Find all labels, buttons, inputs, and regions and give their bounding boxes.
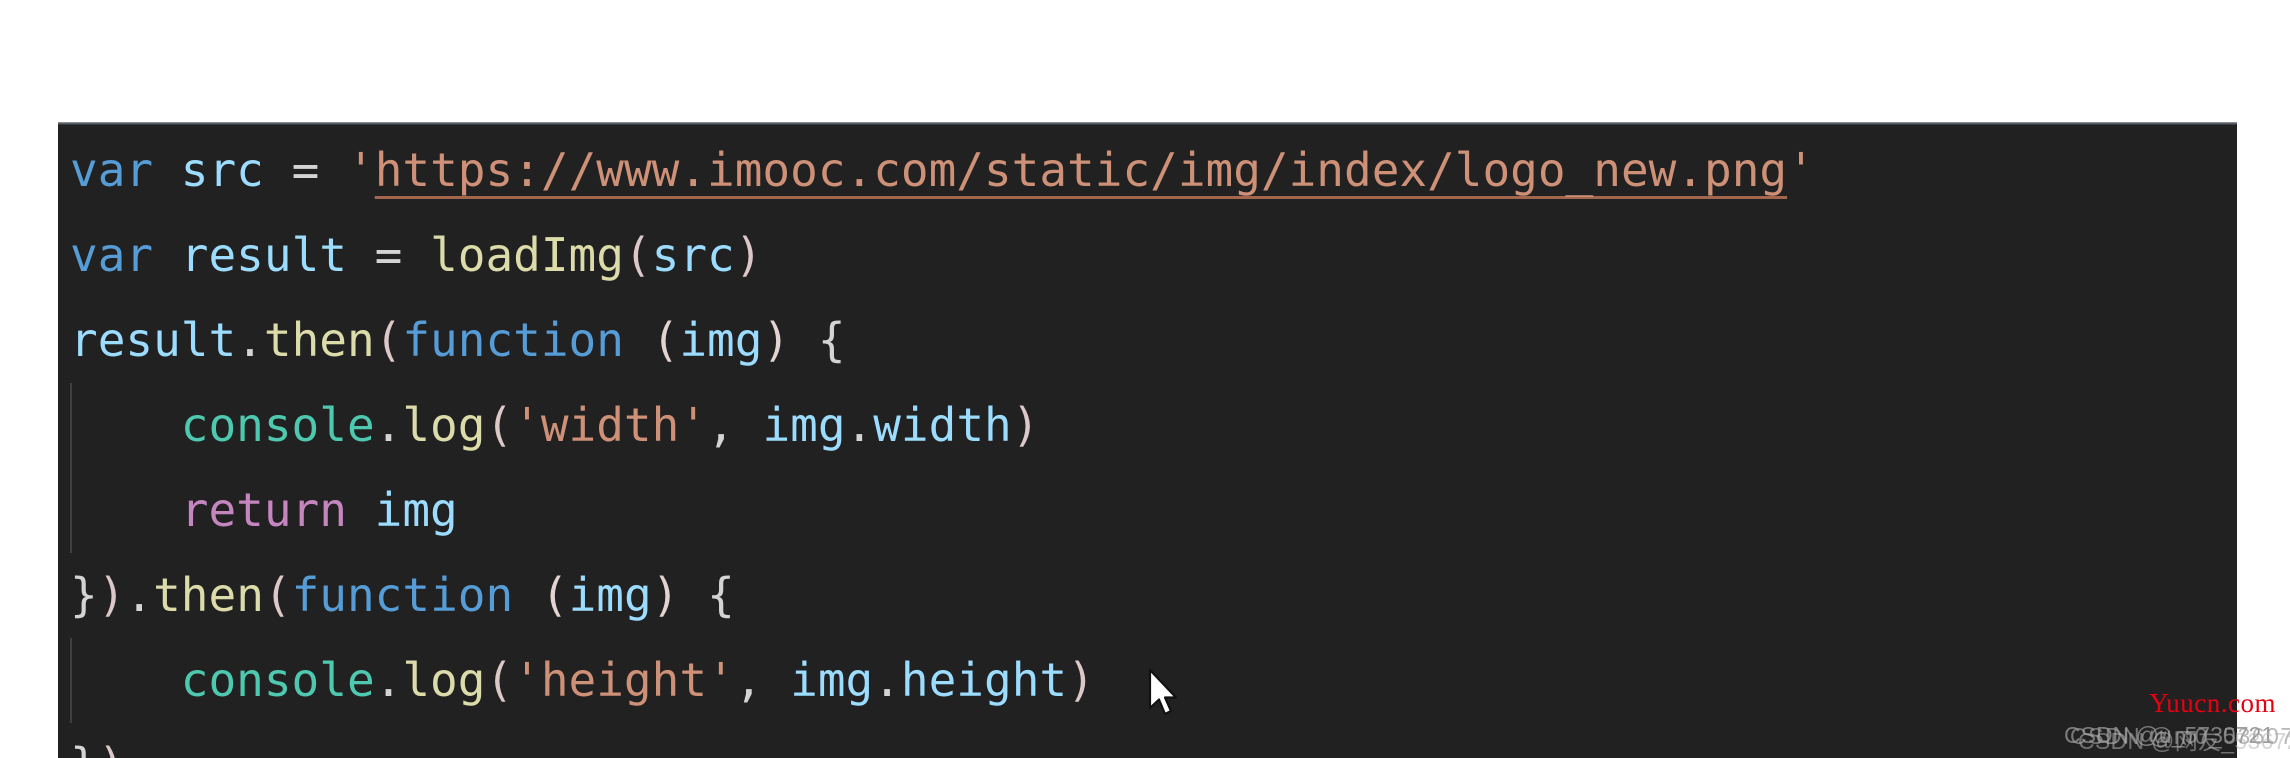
code-token: log: [402, 653, 486, 707]
code-token: function: [402, 313, 624, 367]
code-token: .: [845, 398, 874, 452]
code-token: ): [762, 313, 791, 367]
code-token: .: [125, 568, 154, 622]
code-token: then: [263, 313, 375, 367]
code-token: (: [263, 568, 292, 622]
code-token: result: [180, 228, 347, 282]
code-token: img: [790, 653, 874, 707]
code-line[interactable]: }): [58, 723, 2237, 758]
code-token: }: [70, 568, 98, 622]
code-token: function: [291, 568, 514, 622]
code-lines-container: var src = 'https://www.imooc.com/static/…: [58, 128, 2237, 758]
code-token: ): [651, 568, 680, 622]
code-token: result: [70, 313, 237, 367]
code-token: (: [540, 568, 569, 622]
code-line[interactable]: var src = 'https://www.imooc.com/static/…: [58, 128, 2237, 213]
code-token: ): [734, 228, 763, 282]
code-line[interactable]: return img: [58, 468, 2237, 553]
code-token: .: [236, 313, 264, 367]
watermark-csdn-layer-3: CSDN @网友_5367213: [2078, 728, 2290, 754]
watermark-csdn: CSDN @u_5730721 CSDN @m0_53607213 CSDN @…: [2064, 722, 2290, 754]
watermark-yuucn: Yuucn.com: [2149, 688, 2276, 718]
code-token: https://www.imooc.com/static/img/index/l…: [374, 143, 1788, 197]
code-token: img: [568, 568, 652, 622]
code-token: console: [180, 653, 375, 707]
code-token: img: [374, 483, 458, 537]
code-token: img: [679, 313, 763, 367]
code-token: {: [707, 568, 735, 622]
code-editor-panel[interactable]: var src = 'https://www.imooc.com/static/…: [58, 122, 2237, 758]
code-token: =: [291, 143, 320, 197]
code-token: =: [374, 228, 403, 282]
code-token: return: [180, 483, 347, 537]
code-token: (: [374, 313, 403, 367]
code-token: (: [485, 653, 514, 707]
code-token: loadImg: [430, 228, 624, 282]
code-token: ,: [734, 653, 763, 707]
code-token: img: [762, 398, 846, 452]
code-line[interactable]: console.log('height', img.height): [58, 638, 2237, 723]
code-token: ,: [707, 398, 735, 452]
code-line[interactable]: result.then(function (img) {: [58, 298, 2237, 383]
code-token: ': [1787, 143, 1815, 197]
code-token: src: [180, 143, 264, 197]
code-token: ): [97, 568, 126, 622]
code-token: 'height': [513, 653, 735, 707]
code-token: ): [98, 738, 126, 758]
code-line[interactable]: console.log('width', img.width): [58, 383, 2237, 468]
code-token: {: [817, 313, 846, 367]
code-token: log: [402, 398, 486, 452]
code-token: var: [70, 143, 154, 197]
code-token: (: [623, 228, 652, 282]
code-token: 'width': [513, 398, 708, 452]
code-token: ): [1011, 398, 1040, 452]
code-token: (: [485, 398, 514, 452]
code-token: src: [651, 228, 735, 282]
code-token: ': [347, 143, 375, 197]
code-token: .: [374, 653, 403, 707]
code-token: then: [153, 568, 264, 622]
code-token: }: [70, 738, 98, 758]
code-token: console: [180, 398, 375, 452]
code-token: .: [374, 398, 403, 452]
code-token: width: [873, 398, 1012, 452]
code-token: height: [900, 653, 1068, 707]
code-token: (: [651, 313, 680, 367]
code-token: var: [70, 228, 154, 282]
code-token: .: [873, 653, 901, 707]
code-line[interactable]: }).then(function (img) {: [58, 553, 2237, 638]
code-token: ): [1067, 653, 1095, 707]
code-line[interactable]: var result = loadImg(src): [58, 213, 2237, 298]
